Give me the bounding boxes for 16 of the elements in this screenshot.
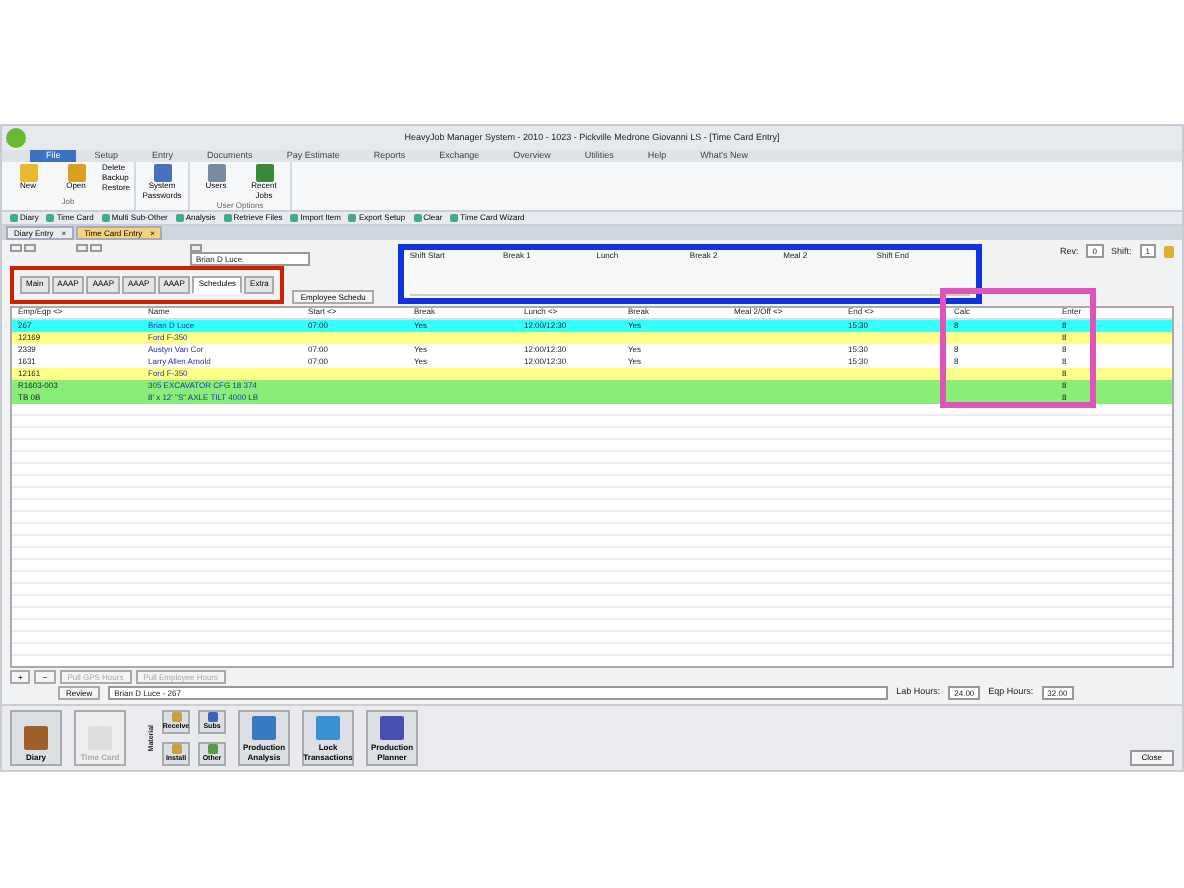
app-icon — [67, 164, 85, 182]
app-icon — [171, 712, 181, 722]
app-icon — [207, 164, 226, 182]
app-icon — [207, 744, 217, 754]
lock-icon — [1164, 245, 1174, 257]
nav-button[interactable] — [190, 244, 202, 252]
app-icon — [171, 744, 181, 754]
app-icon — [19, 164, 37, 182]
app-icon — [316, 716, 340, 741]
app-icon — [252, 716, 276, 741]
app-icon — [24, 725, 48, 750]
app-icon — [153, 164, 172, 182]
app-icon — [380, 716, 404, 741]
app-icon — [207, 712, 217, 722]
app-icon — [255, 164, 274, 182]
logo-icon — [6, 128, 26, 148]
